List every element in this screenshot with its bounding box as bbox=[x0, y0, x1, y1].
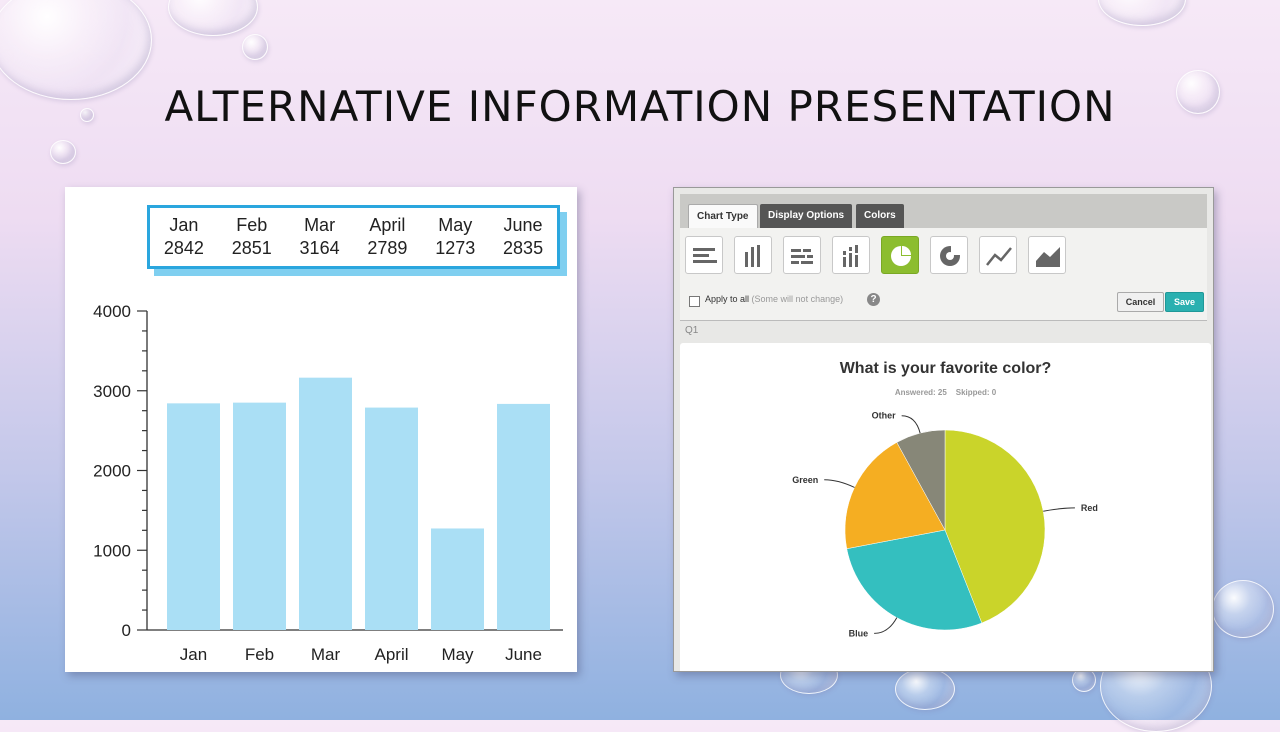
pie-chart: Red Blue Green Other bbox=[792, 411, 1098, 639]
y-tick-label: 2000 bbox=[93, 462, 131, 481]
cancel-button[interactable]: Cancel bbox=[1117, 292, 1164, 312]
tab-chart-type[interactable]: Chart Type bbox=[688, 204, 758, 229]
area-chart-button[interactable] bbox=[1028, 236, 1066, 274]
stacked-vertical-bar-button[interactable] bbox=[832, 236, 870, 274]
y-tick-label: 4000 bbox=[93, 302, 131, 321]
x-tick-label: April bbox=[374, 645, 408, 664]
editor-tab-bar: Chart Type Display Options Colors bbox=[680, 194, 1207, 229]
line-chart-icon bbox=[986, 247, 1012, 266]
pie-chart-icon bbox=[891, 246, 911, 266]
x-tick-label: Mar bbox=[311, 645, 341, 664]
stacked-horizontal-bar-icon bbox=[791, 249, 813, 264]
pie-slice-label: Other bbox=[872, 411, 897, 421]
bar-chart-figure: Jan 2842 Feb 2851 Mar 3164 April 2789 May 1273 Jun… bbox=[65, 187, 577, 672]
y-tick-label: 0 bbox=[122, 621, 131, 640]
apply-to-all-checkbox[interactable] bbox=[689, 296, 700, 307]
pie-leader-line bbox=[1043, 507, 1075, 512]
y-tick-label: 3000 bbox=[93, 382, 131, 401]
pie-chart-button[interactable] bbox=[881, 236, 919, 274]
stacked-horizontal-bar-button[interactable] bbox=[783, 236, 821, 274]
water-drop-decoration bbox=[168, 0, 258, 36]
donut-chart-button[interactable] bbox=[930, 236, 968, 274]
bar bbox=[365, 407, 418, 630]
tab-display-options[interactable]: Display Options bbox=[760, 204, 853, 228]
stacked-vertical-bar-icon bbox=[843, 245, 858, 267]
pie-slice-label: Green bbox=[792, 475, 818, 485]
water-drop-decoration bbox=[895, 668, 955, 710]
pie-leader-line bbox=[824, 479, 855, 488]
bar bbox=[233, 402, 286, 630]
x-tick-label: Feb bbox=[245, 645, 274, 664]
apply-to-all-label: Apply to all (Some will not change) bbox=[705, 294, 844, 304]
x-tick-label: June bbox=[505, 645, 542, 664]
bar bbox=[431, 528, 484, 630]
pie-leader-line bbox=[901, 415, 921, 434]
water-drop-decoration bbox=[50, 140, 76, 164]
pie-slice-label: Blue bbox=[849, 628, 869, 638]
vertical-bar-chart-icon bbox=[745, 245, 760, 267]
tab-colors[interactable]: Colors bbox=[856, 204, 904, 228]
water-drop-decoration bbox=[1212, 580, 1274, 638]
pie-chart-card: What is your favorite color? Answered: 2… bbox=[680, 343, 1211, 671]
help-icon[interactable]: ? bbox=[867, 293, 880, 306]
bar bbox=[167, 403, 220, 630]
line-chart-button[interactable] bbox=[979, 236, 1017, 274]
bar bbox=[497, 403, 550, 630]
horizontal-bar-chart-icon bbox=[693, 248, 717, 263]
bar bbox=[299, 377, 352, 630]
area-chart-icon bbox=[1036, 247, 1060, 267]
bar-chart: 0 1000 2000 3000 4000 Jan Feb Mar April May June bbox=[93, 302, 563, 664]
options-row: Apply to all (Some will not change) ? Ca… bbox=[680, 284, 1207, 321]
question-label: Q1 bbox=[685, 325, 699, 336]
save-button[interactable]: Save bbox=[1165, 292, 1204, 312]
horizontal-bar-chart-button[interactable] bbox=[685, 236, 723, 274]
vertical-bar-chart-button[interactable] bbox=[734, 236, 772, 274]
x-tick-label: May bbox=[441, 645, 474, 664]
water-drop-decoration bbox=[1098, 0, 1186, 26]
chart-editor-panel: Chart Type Display Options Colors Apply … bbox=[673, 187, 1214, 672]
pie-leader-line bbox=[874, 617, 898, 634]
chart-type-toolbar bbox=[680, 228, 1207, 284]
water-drop-decoration bbox=[242, 34, 268, 60]
donut-chart-icon bbox=[940, 245, 961, 266]
y-tick-label: 1000 bbox=[93, 541, 131, 560]
x-tick-label: Jan bbox=[180, 645, 207, 664]
slide-title: ALTERNATIVE INFORMATION PRESENTATION bbox=[164, 82, 1116, 131]
pie-slice-label: Red bbox=[1081, 503, 1098, 513]
